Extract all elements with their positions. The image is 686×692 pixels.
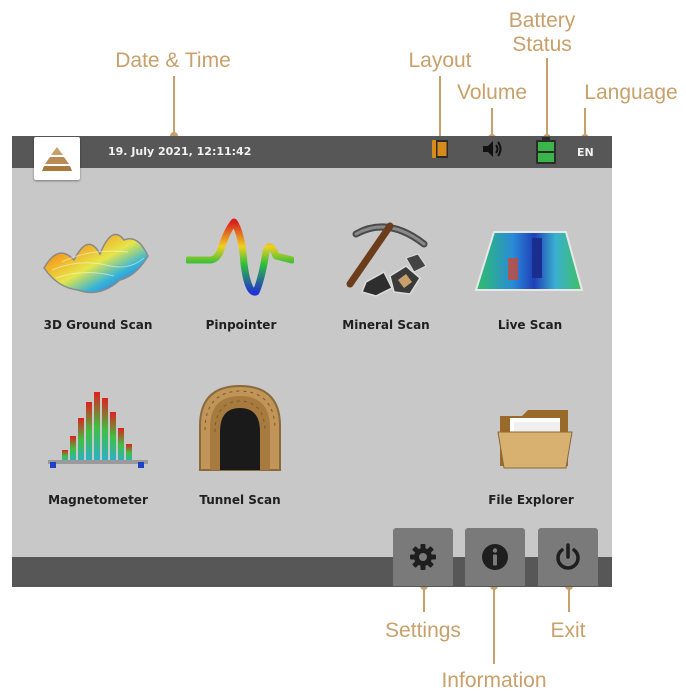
speaker-icon[interactable] <box>481 138 505 164</box>
layout-icon[interactable] <box>429 138 451 164</box>
callout-line-layout <box>436 76 444 144</box>
callout-exit: Exit <box>550 619 586 642</box>
callout-line-exit <box>565 582 573 612</box>
pyramid-logo-icon <box>42 146 72 171</box>
callout-line-language <box>581 108 589 142</box>
gear-icon <box>410 544 436 570</box>
app-logo[interactable] <box>34 137 80 180</box>
live-scan-label[interactable]: Live Scan <box>498 318 562 332</box>
status-bar <box>12 136 612 168</box>
magnetometer-icon[interactable] <box>44 388 152 476</box>
callout-line-date-time <box>170 76 178 140</box>
info-icon <box>482 544 508 570</box>
file-explorer-label[interactable]: File Explorer <box>488 493 574 507</box>
folder-icon[interactable] <box>496 404 574 476</box>
callout-date-time: Date & Time <box>115 49 231 72</box>
callout-volume: Volume <box>456 81 528 104</box>
tunnel-scan-label[interactable]: Tunnel Scan <box>199 493 280 507</box>
mineral-scan-label[interactable]: Mineral Scan <box>342 318 429 332</box>
callout-line-information <box>490 582 498 664</box>
date-time: 19. July 2021, 12:11:42 <box>108 145 252 158</box>
pinpointer-icon[interactable] <box>184 218 296 304</box>
live-scan-icon[interactable] <box>474 228 584 298</box>
callout-battery-line1: Battery <box>508 9 576 32</box>
mineral-scan-icon[interactable] <box>336 214 436 304</box>
callout-layout: Layout <box>408 49 472 72</box>
settings-button[interactable] <box>393 528 453 586</box>
information-button[interactable] <box>465 528 525 586</box>
language-indicator[interactable]: EN <box>577 146 594 159</box>
callout-line-volume <box>488 108 496 142</box>
callout-information: Information <box>441 669 547 692</box>
callout-settings: Settings <box>385 619 461 642</box>
callout-language: Language <box>584 81 678 104</box>
pinpointer-label[interactable]: Pinpointer <box>206 318 277 332</box>
power-icon <box>556 543 580 570</box>
callout-line-settings <box>420 582 428 612</box>
3d-ground-scan-label[interactable]: 3D Ground Scan <box>44 318 153 332</box>
callout-battery-line2: Status <box>512 33 572 56</box>
callout-line-battery <box>543 58 551 142</box>
battery-icon[interactable] <box>534 137 558 169</box>
exit-button[interactable] <box>538 528 598 586</box>
magnetometer-label[interactable]: Magnetometer <box>48 493 148 507</box>
3d-ground-scan-icon[interactable] <box>40 218 152 304</box>
tunnel-scan-icon[interactable] <box>192 380 288 478</box>
